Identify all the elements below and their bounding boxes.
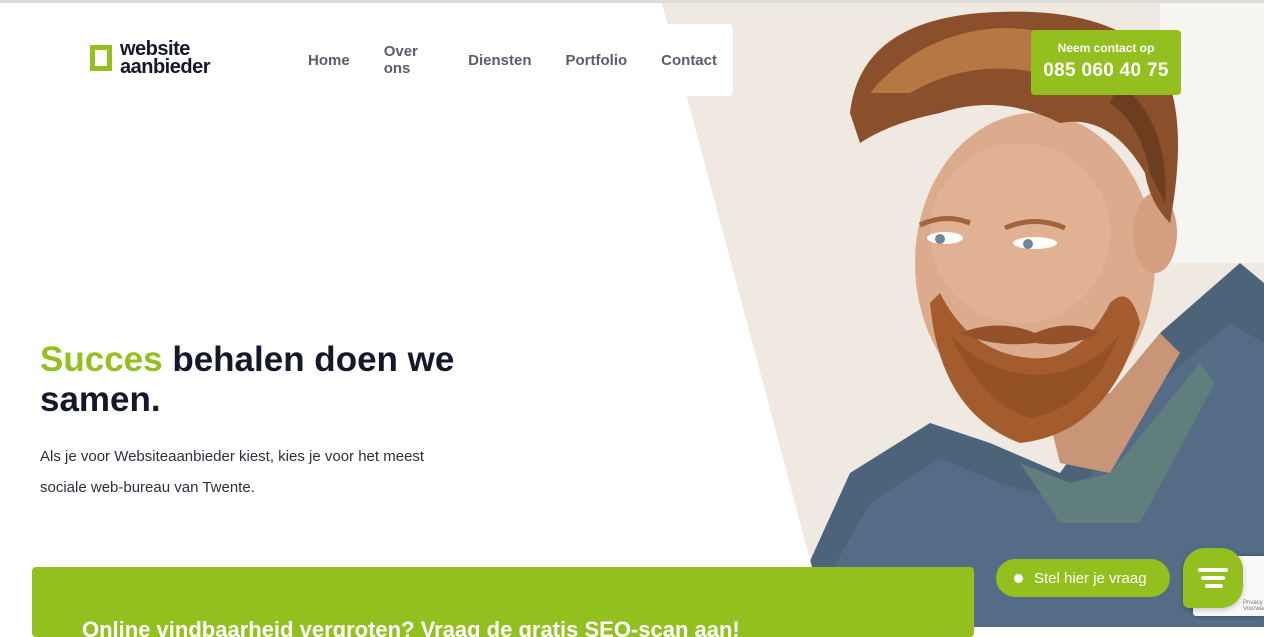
chat-prompt-button[interactable]: Stel hier je vraag <box>996 559 1170 597</box>
banner-text: Online vindbaarheid vergroten? Vraag de … <box>82 617 740 637</box>
nav-home[interactable]: Home <box>308 52 350 69</box>
nav-contact[interactable]: Contact <box>661 52 717 69</box>
chat-prompt-label: Stel hier je vraag <box>1034 569 1147 587</box>
logo-line-2: aanbieder <box>120 56 210 78</box>
nav-over-ons[interactable]: Over ons <box>384 43 434 77</box>
logo-square-icon <box>90 45 112 71</box>
top-border <box>0 0 1264 3</box>
nav-diensten[interactable]: Diensten <box>468 52 531 69</box>
nav-portfolio[interactable]: Portfolio <box>566 52 628 69</box>
online-dot-icon <box>1014 573 1023 583</box>
recaptcha-links[interactable]: Privacy - Voorwaarden <box>1243 600 1264 612</box>
main-nav: Home Over ons Diensten Portfolio Contact <box>290 24 733 96</box>
site-logo[interactable]: website aanbieder <box>90 39 210 78</box>
hero-photo <box>662 3 1264 627</box>
person-illustration <box>662 3 1264 627</box>
hero-subtitle: Als je voor Websiteaanbieder kiest, kies… <box>40 448 425 496</box>
contact-phone-button[interactable]: Neem contact op 085 060 40 75 <box>1031 30 1181 95</box>
contact-phone: 085 060 40 75 <box>1043 60 1169 81</box>
contact-label: Neem contact op <box>1057 41 1155 55</box>
hero-title-accent: Succes <box>40 340 163 379</box>
chat-open-button[interactable] <box>1183 548 1243 608</box>
logo-text: website aanbieder <box>120 39 210 78</box>
hero-title: Succes behalen doen we samen. <box>40 340 560 420</box>
